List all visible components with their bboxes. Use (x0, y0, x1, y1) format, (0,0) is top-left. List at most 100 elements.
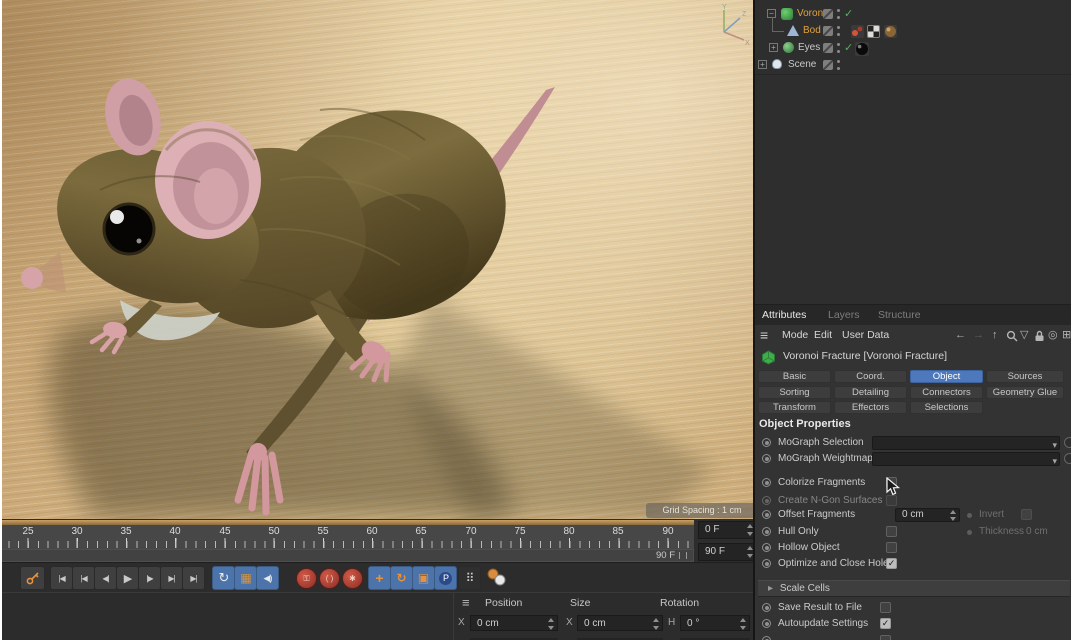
keyframe-selection-icon[interactable] (486, 568, 508, 586)
section-tab-transform[interactable]: Transform (758, 401, 831, 414)
anim-radio[interactable] (762, 510, 771, 519)
tab-layers[interactable]: Layers (828, 305, 860, 325)
anim-radio[interactable] (762, 496, 771, 505)
layer-chip[interactable] (823, 26, 833, 36)
visibility-dots[interactable] (837, 9, 840, 19)
section-tab-basic[interactable]: Basic (758, 370, 831, 383)
prev-key-button[interactable]: |◀ (72, 566, 95, 590)
menu-user-data[interactable]: User Data (842, 325, 889, 345)
visibility-dots[interactable] (837, 43, 840, 53)
section-tab-detailing[interactable]: Detailing (834, 386, 907, 399)
render-preview-button[interactable]: ▦ (234, 566, 257, 590)
end-frame-field[interactable]: 90 F (698, 543, 757, 561)
keyframe-scale-button[interactable]: ▣ (412, 566, 435, 590)
mograph-weightmap-field[interactable]: ▾ (872, 452, 1060, 466)
value-stepper[interactable] (546, 618, 555, 630)
value-stepper[interactable] (948, 510, 957, 521)
tab-attributes[interactable]: Attributes (762, 305, 806, 325)
attr-menu-icon[interactable]: ≡ (760, 325, 768, 345)
section-tab-connectors[interactable]: Connectors (910, 386, 983, 399)
autoupdate-checkbox[interactable]: ✓ (880, 618, 891, 629)
anim-radio[interactable] (762, 619, 771, 628)
anim-radio[interactable] (762, 438, 771, 447)
anim-radio-dim[interactable] (967, 513, 972, 518)
keying-settings-button[interactable]: ✱ (342, 568, 363, 589)
prev-frame-button[interactable]: ◀| (94, 566, 117, 590)
section-tab-selections[interactable]: Selections (910, 401, 983, 414)
goto-end-button[interactable]: ▶| (182, 566, 205, 590)
expand-icon[interactable]: + (758, 60, 767, 69)
hollow-object-checkbox[interactable] (886, 542, 897, 553)
anim-radio-dim[interactable] (967, 530, 972, 535)
rot-h-field[interactable]: 0 ° (680, 615, 750, 631)
next-key-button[interactable]: ▶| (160, 566, 183, 590)
keyframe-parameter-button[interactable]: P (434, 566, 457, 590)
keyframe-position-button[interactable]: + (368, 566, 391, 590)
tab-structure[interactable]: Structure (878, 305, 921, 325)
record-keyframe-button[interactable]: ⚿ (296, 568, 317, 589)
object-label[interactable]: Eyes (798, 40, 820, 56)
play-button[interactable]: ▶ (116, 566, 139, 590)
section-tab-object[interactable]: Object (910, 370, 983, 383)
section-tab-geometry-glue[interactable]: Geometry Glue (986, 386, 1064, 399)
expand-icon[interactable]: + (769, 43, 778, 52)
loop-mode-button[interactable]: ↻ (212, 566, 235, 590)
anim-radio[interactable] (762, 559, 771, 568)
anim-radio[interactable] (762, 478, 771, 487)
scrollbar-grip[interactable] (679, 552, 687, 559)
coords-menu-icon[interactable]: ≡ (462, 595, 470, 610)
object-row-body[interactable]: Bod (755, 23, 1080, 39)
anim-radio[interactable] (762, 527, 771, 536)
menu-edit[interactable]: Edit (814, 325, 832, 345)
enabled-check-icon[interactable]: ✓ (844, 40, 853, 56)
next-frame-button[interactable]: |▶ (138, 566, 161, 590)
object-row-scene[interactable]: + Scene (755, 57, 1080, 73)
layer-chip[interactable] (823, 43, 833, 53)
hull-only-checkbox[interactable] (886, 526, 897, 537)
value-stepper[interactable] (651, 618, 660, 630)
up-level-icon[interactable]: ↑ (992, 325, 998, 345)
new-panel-icon[interactable]: ⊞ (1062, 325, 1071, 345)
history-back-icon[interactable]: ← (955, 325, 966, 345)
anim-radio[interactable] (762, 603, 771, 612)
dynamics-tag-icon[interactable] (851, 25, 864, 38)
record-objects-button[interactable]: ( ) (319, 568, 340, 589)
offset-fragments-field[interactable]: 0 cm (895, 508, 960, 522)
scale-cells-group[interactable]: ▸ Scale Cells (758, 580, 1070, 597)
material-tag-icon[interactable] (884, 25, 897, 38)
pla-button[interactable]: ⠿ (458, 566, 481, 590)
section-tab-sorting[interactable]: Sorting (758, 386, 831, 399)
clipped-checkbox[interactable] (880, 635, 891, 640)
history-forward-icon[interactable]: → (973, 325, 984, 345)
optimize-checkbox[interactable]: ✓ (886, 558, 897, 569)
size-x-field[interactable]: 0 cm (577, 615, 663, 631)
search-icon[interactable] (1006, 330, 1018, 342)
layer-chip[interactable] (823, 60, 833, 70)
anim-radio[interactable] (762, 543, 771, 552)
section-tab-sources[interactable]: Sources (986, 370, 1064, 383)
filter-icon[interactable]: ▽ (1020, 325, 1028, 345)
object-label[interactable]: Scene (788, 57, 816, 73)
goto-start-button[interactable]: |◀ (50, 566, 73, 590)
keyframe-rotation-button[interactable]: ↻ (390, 566, 413, 590)
checker-texture-tag-icon[interactable] (867, 25, 880, 38)
section-tab-coord[interactable]: Coord. (834, 370, 907, 383)
layer-chip[interactable] (823, 9, 833, 19)
black-material-tag-icon[interactable] (855, 42, 869, 56)
save-result-checkbox[interactable] (880, 602, 891, 613)
pos-x-field[interactable]: 0 cm (470, 615, 558, 631)
autokey-button[interactable] (20, 566, 45, 590)
menu-mode[interactable]: Mode (782, 325, 808, 345)
object-label[interactable]: Bod (803, 23, 821, 39)
target-icon[interactable]: ◎ (1048, 325, 1058, 345)
current-frame-field[interactable]: 0 F (698, 521, 757, 539)
mouse-model[interactable] (0, 0, 755, 519)
sound-button[interactable]: ◀) (256, 566, 279, 590)
viewport-3d[interactable]: Y X Z Grid Spacing : 1 cm (0, 0, 755, 519)
anim-radio[interactable] (762, 454, 771, 463)
section-tab-effectors[interactable]: Effectors (834, 401, 907, 414)
object-row-voronoi[interactable]: − Voron ✓ (755, 6, 1080, 22)
timeline-scrollbar[interactable]: 90 F (0, 549, 694, 562)
object-row-eyes[interactable]: + Eyes ✓ (755, 40, 1080, 56)
visibility-dots[interactable] (837, 26, 840, 36)
